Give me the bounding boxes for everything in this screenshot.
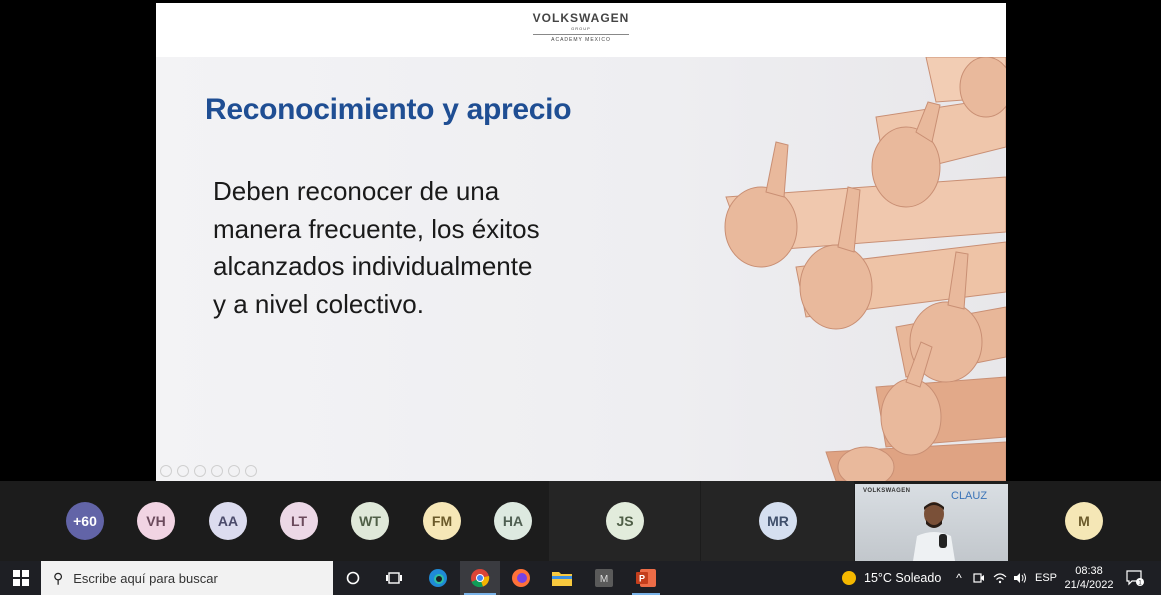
- grid-icon[interactable]: [211, 465, 223, 477]
- slide-text-line: y a nivel colectivo.: [213, 288, 424, 319]
- avatar-initials: AA: [217, 513, 239, 529]
- app-m-icon[interactable]: M: [590, 561, 618, 595]
- slide-body: Reconocimiento y aprecio Deben reconocer…: [156, 57, 1006, 481]
- volkswagen-logo: VOLKSWAGEN GROUP ACADEMY MEXICO: [528, 11, 634, 43]
- search-placeholder: Escribe aquí para buscar: [73, 570, 218, 586]
- slide-title: Reconocimiento y aprecio: [205, 93, 572, 126]
- participant-avatar[interactable]: LT: [280, 502, 318, 540]
- avatar-initials: M: [1078, 513, 1090, 529]
- participant-avatar[interactable]: AA: [209, 502, 247, 540]
- slide-text: Deben reconocer de una manera frecuente,…: [213, 173, 593, 323]
- language-indicator[interactable]: ESP: [1033, 561, 1059, 595]
- presentation-slide: VOLKSWAGEN GROUP ACADEMY MEXICO Reconoci…: [156, 3, 1006, 481]
- participant-avatar[interactable]: FM: [423, 502, 461, 540]
- svg-text:P: P: [639, 574, 645, 584]
- avatar-initials: FM: [431, 513, 453, 529]
- participant-avatar[interactable]: WT: [351, 502, 389, 540]
- chrome-browser-icon[interactable]: [460, 561, 500, 595]
- next-slide-icon[interactable]: [177, 465, 189, 477]
- participant-gallery: +60 VH AA LT WT FM HA JS MR M VOLKSWAGEN…: [0, 481, 1161, 561]
- avatar-initials: JS: [616, 513, 634, 529]
- clauz-logo: CLAUZ: [951, 490, 988, 502]
- avatar-initials: +60: [73, 513, 97, 529]
- windows-start-icon[interactable]: [0, 561, 41, 595]
- participant-avatar[interactable]: MR: [759, 502, 797, 540]
- logo-divider: [533, 34, 629, 35]
- participant-avatar[interactable]: M: [1065, 502, 1103, 540]
- cortana-icon[interactable]: [339, 561, 367, 595]
- volume-icon[interactable]: [1010, 561, 1030, 595]
- firefox-browser-icon[interactable]: [507, 561, 535, 595]
- taskbar-clock[interactable]: 08:38 21/4/2022: [1061, 564, 1117, 592]
- powerpoint-icon[interactable]: P: [630, 561, 662, 595]
- notification-center-icon[interactable]: 1: [1122, 561, 1148, 595]
- meet-now-icon[interactable]: [970, 561, 988, 595]
- thumbs-up-hands-image: [724, 57, 1006, 481]
- slide-header: VOLKSWAGEN GROUP ACADEMY MEXICO: [156, 3, 1006, 57]
- slide-navigation-controls: [160, 465, 257, 477]
- participant-avatar[interactable]: JS: [606, 502, 644, 540]
- avatar-initials: VH: [146, 513, 166, 529]
- task-view-icon[interactable]: [380, 561, 408, 595]
- wifi-icon[interactable]: [990, 561, 1010, 595]
- avatar-initials: WT: [359, 513, 381, 529]
- screen-share-area: VOLKSWAGEN GROUP ACADEMY MEXICO Reconoci…: [0, 0, 1161, 481]
- zoom-icon[interactable]: [228, 465, 240, 477]
- clock-time: 08:38: [1075, 565, 1103, 577]
- logo-group: GROUP: [571, 26, 591, 31]
- weather-sun-icon[interactable]: [838, 561, 860, 595]
- video-vw-logo: VOLKSWAGEN: [863, 488, 911, 494]
- logo-name: VOLKSWAGEN: [532, 11, 630, 25]
- slide-text-line: Deben reconocer de una: [213, 176, 500, 206]
- slide-text-line: alcanzados individualmente: [213, 251, 533, 281]
- previous-slide-icon[interactable]: [160, 465, 172, 477]
- participant-avatar-overflow[interactable]: +60: [66, 502, 104, 540]
- file-explorer-icon[interactable]: [548, 561, 576, 595]
- taskbar-search-input[interactable]: ⚲ Escribe aquí para buscar: [41, 561, 333, 595]
- avatar-initials: MR: [767, 513, 789, 529]
- slide-text-line: manera frecuente, los éxitos: [213, 213, 540, 244]
- participant-avatar[interactable]: HA: [494, 502, 532, 540]
- chevron-up-icon[interactable]: ^: [950, 561, 968, 595]
- participant-video[interactable]: VOLKSWAGEN CLAUZ: [855, 484, 1008, 561]
- pen-icon[interactable]: [194, 465, 206, 477]
- svg-text:M: M: [600, 574, 608, 585]
- weather-text[interactable]: 15°C Soleado: [864, 561, 944, 595]
- search-icon: ⚲: [53, 569, 64, 586]
- more-options-icon[interactable]: [245, 465, 257, 477]
- logo-academy: ACADEMY MEXICO: [551, 37, 611, 43]
- clock-date: 21/4/2022: [1064, 579, 1114, 591]
- edge-browser-icon[interactable]: [423, 561, 453, 595]
- participant-avatar[interactable]: VH: [137, 502, 175, 540]
- speaker-person-image: [913, 502, 955, 561]
- avatar-initials: HA: [502, 513, 524, 529]
- avatar-initials: LT: [290, 513, 308, 529]
- windows-taskbar: ⚲ Escribe aquí para buscar M P 15°C Sole…: [0, 561, 1161, 595]
